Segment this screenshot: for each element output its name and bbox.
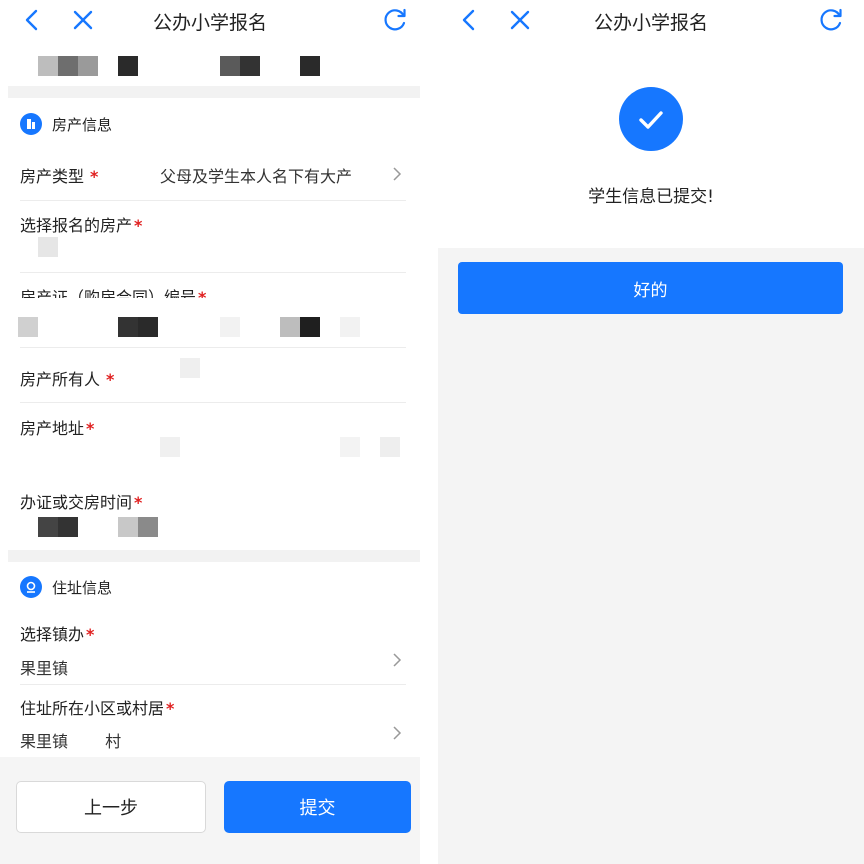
redacted-block (300, 317, 320, 337)
redacted-block (138, 517, 158, 537)
redacted-block (78, 56, 98, 76)
header-bar: 公办小学报名 (438, 0, 864, 42)
page-title: 公办小学报名 (593, 12, 708, 34)
divider (20, 684, 406, 685)
field-label-select-property: 选择报名的房产 * (20, 216, 143, 235)
prev-step-button[interactable]: 上一步 (16, 781, 206, 833)
divider (20, 200, 406, 201)
redacted-block (38, 517, 58, 537)
redacted-block (220, 317, 240, 337)
redacted-block (58, 56, 78, 76)
field-label-community: 住址所在小区或村居 * (20, 699, 175, 718)
section-gap (8, 550, 420, 562)
redacted-block (58, 517, 78, 537)
field-label-cert-number: 房产证（购房合同）编号 * (20, 288, 207, 298)
location-icon (20, 576, 42, 598)
field-label-property-type: 房产类型 * (20, 167, 99, 186)
redacted-block (38, 56, 58, 76)
chevron-right-icon[interactable] (391, 165, 403, 183)
redacted-block (240, 56, 260, 76)
section-title-property: 房产信息 (20, 111, 112, 137)
section-gap (8, 86, 420, 98)
town-value[interactable]: 果里镇 (20, 655, 68, 679)
page-title: 公办小学报名 (152, 12, 267, 34)
divider (20, 347, 406, 348)
divider (20, 272, 406, 273)
field-label-address: 房产地址 * (20, 419, 95, 438)
success-message: 学生信息已提交! (588, 187, 714, 207)
form-screen: 公办小学报名 房产信息 房产类型 * 父母及学生本人名下有大产 选择报名的房产 * … (0, 0, 420, 864)
ok-button[interactable]: 好的 (458, 262, 843, 314)
redacted-block (300, 56, 320, 76)
field-label-cert-time: 办证或交房时间 * (20, 493, 143, 512)
redacted-block (118, 517, 138, 537)
redacted-block (38, 237, 58, 257)
property-type-value[interactable]: 父母及学生本人名下有大产 (160, 163, 388, 187)
field-label-owner: 房产所有人 * (20, 370, 115, 389)
redacted-block (138, 317, 158, 337)
redacted-block (160, 437, 180, 457)
chevron-right-icon[interactable] (391, 724, 403, 742)
redacted-block (380, 437, 400, 457)
check-icon (619, 87, 683, 151)
redacted-block (220, 56, 240, 76)
refresh-icon[interactable] (816, 5, 846, 35)
divider (20, 402, 406, 403)
header-bar: 公办小学报名 (0, 0, 420, 42)
success-screen: 公办小学报名 学生信息已提交! 好的 (438, 0, 864, 864)
field-label-town: 选择镇办 * (20, 625, 95, 644)
redacted-block (280, 317, 300, 337)
redacted-block (118, 56, 138, 76)
redacted-block (180, 358, 200, 378)
redacted-block (118, 317, 138, 337)
section-title-residence: 住址信息 (20, 574, 112, 600)
redacted-block (340, 317, 360, 337)
chevron-right-icon[interactable] (391, 651, 403, 669)
submit-button[interactable]: 提交 (224, 781, 411, 833)
redacted-block (340, 437, 360, 457)
screen-gap (420, 0, 438, 864)
redacted-block (18, 317, 38, 337)
community-value[interactable]: 果里镇 村 (20, 728, 121, 752)
house-icon (20, 113, 42, 135)
refresh-icon[interactable] (380, 5, 410, 35)
